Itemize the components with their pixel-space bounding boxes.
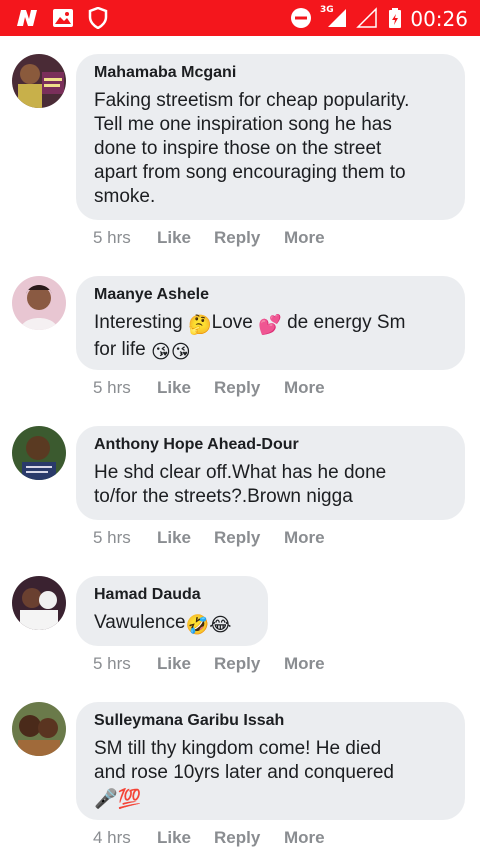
- reply-button[interactable]: Reply: [214, 528, 284, 548]
- commenter-name[interactable]: Mahamaba Mcgani: [94, 64, 447, 82]
- laughing-emoji: 🤣😂: [185, 615, 232, 636]
- avatar[interactable]: [12, 426, 66, 480]
- commenter-name[interactable]: Hamad Dauda: [94, 586, 250, 604]
- kissing-face-emoji: 😘😘: [151, 342, 191, 363]
- comment-text-part: Love: [211, 312, 259, 333]
- microphone-hundred-emoji: 🎤💯: [94, 789, 142, 810]
- comment-text-part: SM till thy kingdom come! He died and ro…: [94, 738, 394, 783]
- comment-bubble: Hamad Dauda Vawulence🤣😂: [76, 576, 268, 646]
- avatar[interactable]: [12, 576, 66, 630]
- signal-icon: [326, 6, 348, 30]
- comment-actions: 5 hrs Like Reply More: [93, 528, 325, 548]
- like-button[interactable]: Like: [157, 378, 214, 398]
- comment-text: SM till thy kingdom come! He died and ro…: [94, 737, 447, 812]
- reply-button[interactable]: Reply: [214, 378, 284, 398]
- comment-text-part: for life: [94, 339, 152, 360]
- battery-icon: [388, 6, 402, 30]
- more-button[interactable]: More: [284, 828, 325, 848]
- reply-button[interactable]: Reply: [214, 228, 284, 248]
- do-not-disturb-icon: [290, 6, 312, 30]
- image-icon: [52, 6, 74, 30]
- comment-actions: 4 hrs Like Reply More: [93, 828, 325, 848]
- comment-bubble: Anthony Hope Ahead-Dour He shd clear off…: [76, 426, 465, 520]
- comment-text: Faking streetism for cheap popularity. T…: [94, 90, 410, 207]
- comment-text: He shd clear off.What has he done to/for…: [94, 462, 387, 507]
- more-button[interactable]: More: [284, 528, 325, 548]
- avatar[interactable]: [12, 702, 66, 756]
- avatar[interactable]: [12, 54, 66, 108]
- reply-button[interactable]: Reply: [214, 654, 284, 674]
- thinking-face-emoji: 🤔: [188, 315, 212, 336]
- comment-time: 5 hrs: [93, 378, 131, 397]
- commenter-name[interactable]: Sulleymana Garibu Issah: [94, 712, 447, 730]
- like-button[interactable]: Like: [157, 528, 214, 548]
- more-button[interactable]: More: [284, 378, 325, 398]
- like-button[interactable]: Like: [157, 228, 214, 248]
- comment-time: 5 hrs: [93, 528, 131, 547]
- comment-time: 4 hrs: [93, 828, 131, 847]
- app-n-icon: [14, 6, 40, 30]
- clock-time: 00:26: [410, 7, 468, 31]
- status-bar: 3G 00:26: [0, 0, 480, 36]
- comment-text-part: Interesting: [94, 312, 188, 333]
- like-button[interactable]: Like: [157, 828, 214, 848]
- comment-text: Interesting 🤔Love 💕 de energy Sm for life…: [94, 311, 447, 365]
- comment-actions: 5 hrs Like Reply More: [93, 378, 325, 398]
- comment-actions: 5 hrs Like Reply More: [93, 228, 325, 248]
- comment-text: Vawulence🤣😂: [94, 611, 250, 638]
- comment-actions: 5 hrs Like Reply More: [93, 654, 325, 674]
- comment-bubble: Mahamaba Mcgani Faking streetism for che…: [76, 54, 465, 220]
- like-button[interactable]: Like: [157, 654, 214, 674]
- comment-bubble: Maanye Ashele Interesting 🤔Love 💕 de ene…: [76, 276, 465, 370]
- more-button[interactable]: More: [284, 654, 325, 674]
- commenter-name[interactable]: Anthony Hope Ahead-Dour: [94, 436, 447, 454]
- more-button[interactable]: More: [284, 228, 325, 248]
- comment-text-part: Vawulence: [94, 612, 186, 633]
- reply-button[interactable]: Reply: [214, 828, 284, 848]
- comment-bubble: Sulleymana Garibu Issah SM till thy king…: [76, 702, 465, 820]
- comment-text-part: de energy Sm: [281, 312, 406, 333]
- avatar[interactable]: [12, 276, 66, 330]
- comment-time: 5 hrs: [93, 654, 131, 673]
- commenter-name[interactable]: Maanye Ashele: [94, 286, 447, 304]
- two-hearts-emoji: 💕: [258, 315, 282, 336]
- signal-empty-icon: [356, 6, 378, 30]
- comment-time: 5 hrs: [93, 228, 131, 247]
- shield-icon: [88, 6, 108, 30]
